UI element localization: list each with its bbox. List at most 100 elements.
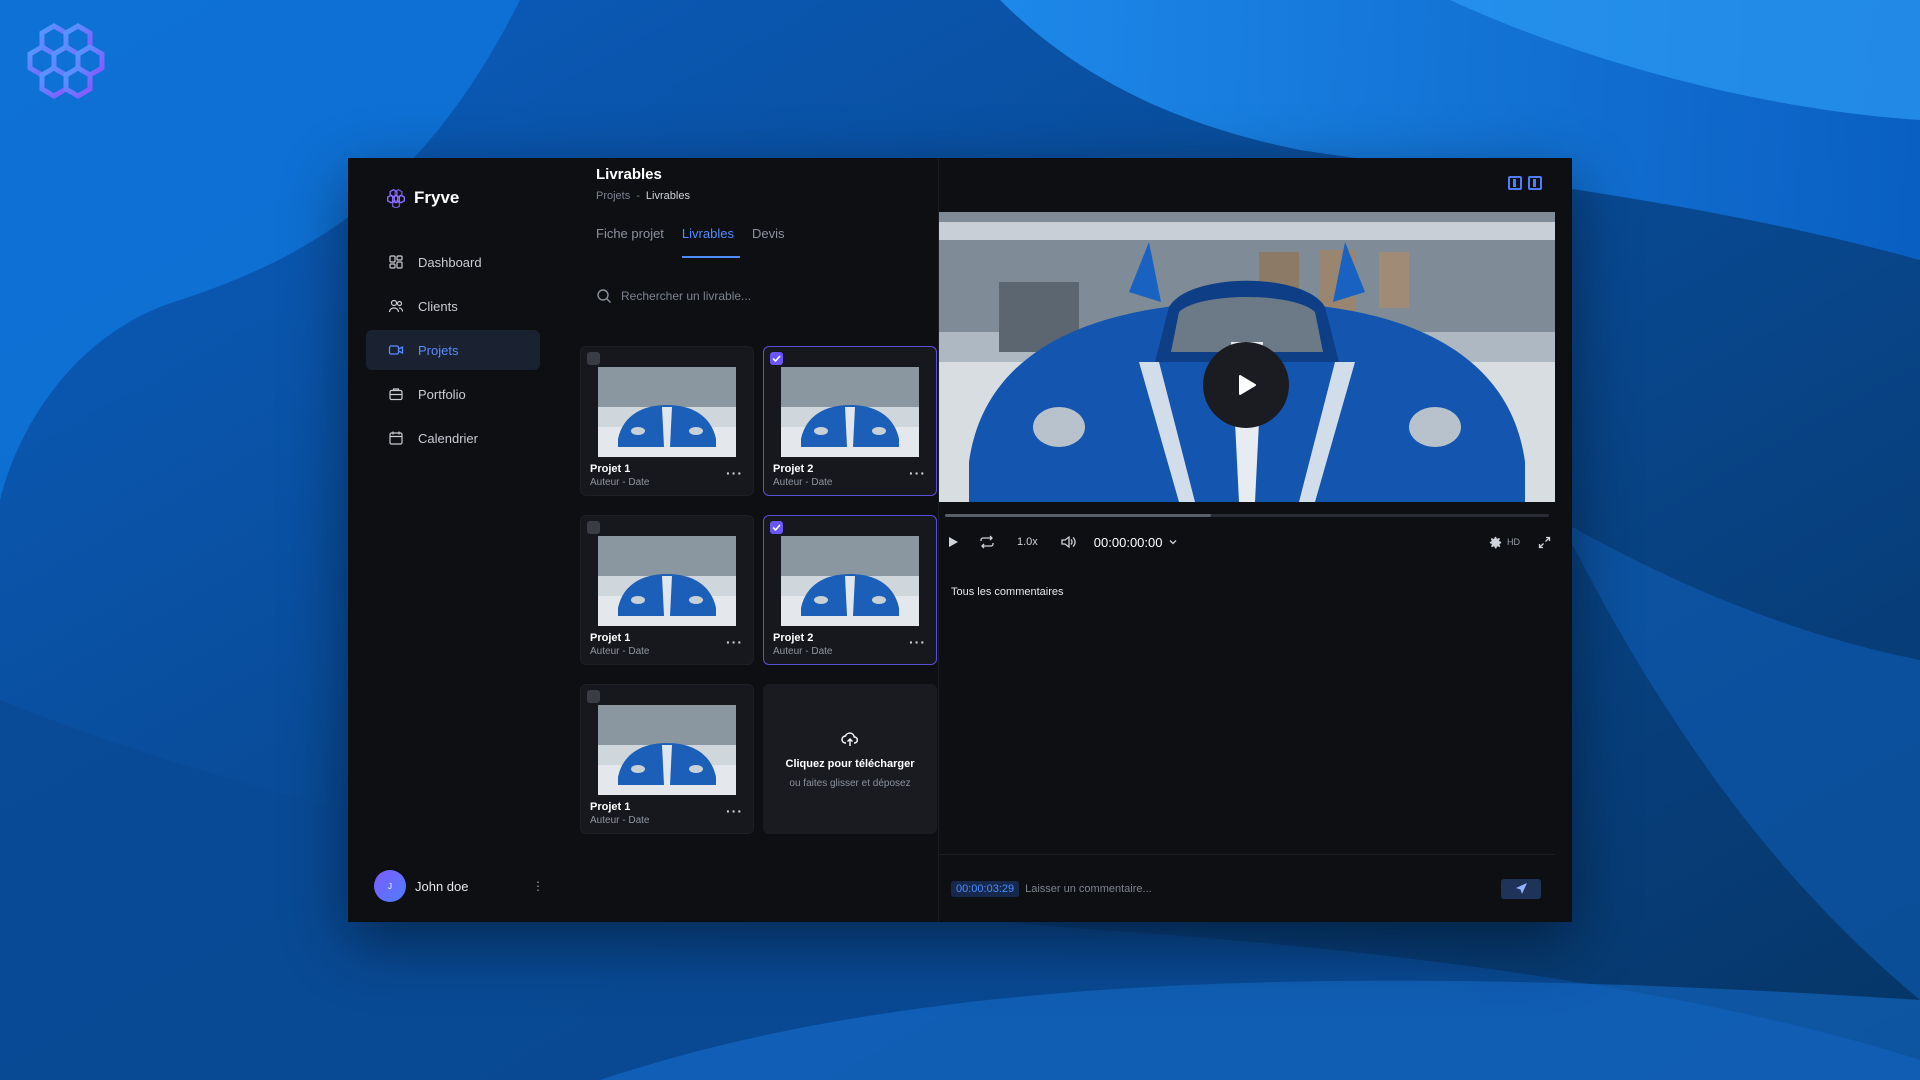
- fullscreen-icon: [1538, 536, 1551, 548]
- sidebar-item-calendrier[interactable]: Calendrier: [366, 418, 540, 458]
- deliverable-card[interactable]: Projet 1 Auteur - Date ···: [580, 346, 754, 496]
- more-horizontal-icon[interactable]: ···: [726, 465, 743, 481]
- volume-icon: [1061, 535, 1076, 549]
- avatar: J: [374, 870, 406, 902]
- checkmark-icon: [772, 524, 781, 532]
- cloud-upload-icon: [841, 731, 859, 746]
- card-subtitle: Auteur - Date: [773, 646, 833, 657]
- thumbnail: [598, 705, 736, 795]
- upload-title: Cliquez pour télécharger: [785, 757, 915, 770]
- car-thumbnail-image: [781, 367, 919, 457]
- timecode: 00:00:00:00: [1093, 534, 1163, 550]
- card-subtitle: Auteur - Date: [590, 477, 650, 488]
- dashboard-icon: [389, 255, 403, 269]
- select-checkbox[interactable]: [587, 352, 600, 365]
- brand[interactable]: Fryve: [348, 184, 558, 212]
- card-subtitle: Auteur - Date: [773, 477, 833, 488]
- sidebar-item-label: Portfolio: [418, 386, 466, 402]
- sidebar-item-label: Dashboard: [418, 254, 482, 270]
- play-icon: [1239, 375, 1256, 395]
- thumbnail: [781, 367, 919, 457]
- card-title: Projet 1: [590, 632, 631, 644]
- comment-input[interactable]: [1025, 882, 1466, 895]
- deliverables-grid: Projet 1 Auteur - Date ··· Projet 2 Aute…: [580, 346, 937, 834]
- play-overlay-button[interactable]: [1203, 342, 1289, 428]
- checkmark-icon: [772, 355, 781, 363]
- quality-settings[interactable]: HD: [1488, 535, 1520, 550]
- deliverable-card[interactable]: Projet 2 Auteur - Date ···: [763, 346, 937, 496]
- sidebar-item-projets[interactable]: Projets: [366, 330, 540, 370]
- search-box: [588, 278, 908, 314]
- upload-dropzone[interactable]: Cliquez pour télécharger ou faites gliss…: [763, 684, 937, 834]
- play-icon: [949, 537, 958, 547]
- comment-composer: 00:00:03:29: [939, 854, 1555, 922]
- deliverable-card[interactable]: Projet 1 Auteur - Date ···: [580, 684, 754, 834]
- tab-devis[interactable]: Devis: [752, 224, 793, 258]
- deliverable-card[interactable]: Projet 2 Auteur - Date ···: [763, 515, 937, 665]
- video-player[interactable]: [939, 212, 1555, 502]
- speed-button[interactable]: 1.0x: [1017, 536, 1038, 548]
- thumbnail: [598, 536, 736, 626]
- more-vertical-icon[interactable]: ⋮: [532, 879, 544, 893]
- user-name: John doe: [415, 878, 469, 894]
- sidebar: Fryve Dashboard Clients Projets Portfoli…: [348, 158, 558, 922]
- card-title: Projet 1: [590, 463, 631, 475]
- honeycomb-logo-icon: [27, 23, 105, 99]
- car-thumbnail-image: [781, 536, 919, 626]
- briefcase-icon: [389, 388, 403, 401]
- tab-livrables[interactable]: Livrables: [681, 224, 742, 258]
- more-horizontal-icon[interactable]: ···: [726, 634, 743, 650]
- thumbnail: [598, 367, 736, 457]
- select-checkbox[interactable]: [587, 690, 600, 703]
- video-progress-bar[interactable]: [945, 514, 1549, 517]
- users-icon: [388, 299, 404, 313]
- app-window: Fryve Dashboard Clients Projets Portfoli…: [348, 158, 1572, 922]
- repeat-icon: [980, 535, 994, 549]
- select-checkbox[interactable]: [770, 352, 783, 365]
- breadcrumb-link[interactable]: Projets: [596, 190, 630, 202]
- more-horizontal-icon[interactable]: ···: [726, 803, 743, 819]
- thumbnail: [781, 536, 919, 626]
- sidebar-item-clients[interactable]: Clients: [366, 286, 540, 326]
- tab-fiche-projet[interactable]: Fiche projet: [596, 224, 672, 258]
- fullscreen-button[interactable]: [1538, 536, 1551, 549]
- loop-button[interactable]: [979, 535, 995, 549]
- deliverable-card[interactable]: Projet 1 Auteur - Date ···: [580, 515, 754, 665]
- sidebar-item-label: Clients: [418, 298, 458, 314]
- send-button[interactable]: [1501, 878, 1541, 899]
- send-icon: [1515, 883, 1527, 894]
- card-title: Projet 2: [773, 463, 814, 475]
- volume-button[interactable]: [1060, 535, 1076, 549]
- layout-toggles: [1508, 176, 1542, 190]
- more-horizontal-icon[interactable]: ···: [909, 465, 926, 481]
- tab-bar: Fiche projet Livrables Devis: [596, 224, 802, 258]
- upload-subtitle: ou faites glisser et déposez: [789, 777, 911, 789]
- sidebar-item-label: Projets: [418, 342, 459, 358]
- comments-heading: Tous les commentaires: [951, 586, 1064, 598]
- user-profile[interactable]: J John doe ⋮: [374, 870, 544, 902]
- car-thumbnail-image: [598, 536, 736, 626]
- sidebar-item-dashboard[interactable]: Dashboard: [366, 242, 540, 282]
- comment-timestamp[interactable]: 00:00:03:29: [951, 880, 1020, 897]
- sidebar-item-portfolio[interactable]: Portfolio: [366, 374, 540, 414]
- page-title: Livrables: [596, 166, 662, 183]
- sidebar-item-label: Calendrier: [418, 430, 478, 446]
- car-thumbnail-image: [598, 705, 736, 795]
- search-input[interactable]: [621, 289, 881, 303]
- select-checkbox[interactable]: [770, 521, 783, 534]
- play-button[interactable]: [947, 536, 959, 548]
- card-title: Projet 1: [590, 801, 631, 813]
- layout-right-icon[interactable]: [1528, 176, 1542, 190]
- brand-logo-icon: [387, 188, 405, 208]
- card-title: Projet 2: [773, 632, 814, 644]
- layout-left-icon[interactable]: [1508, 176, 1522, 190]
- progress-fill: [945, 514, 1211, 517]
- search-icon: [597, 289, 611, 303]
- more-horizontal-icon[interactable]: ···: [909, 634, 926, 650]
- select-checkbox[interactable]: [587, 521, 600, 534]
- card-subtitle: Auteur - Date: [590, 815, 650, 826]
- timecode-selector[interactable]: 00:00:00:00: [1094, 535, 1179, 550]
- sidebar-nav: Dashboard Clients Projets Portfolio Cale…: [348, 242, 558, 458]
- quality-label: HD: [1507, 537, 1520, 547]
- calendar-icon: [389, 431, 403, 445]
